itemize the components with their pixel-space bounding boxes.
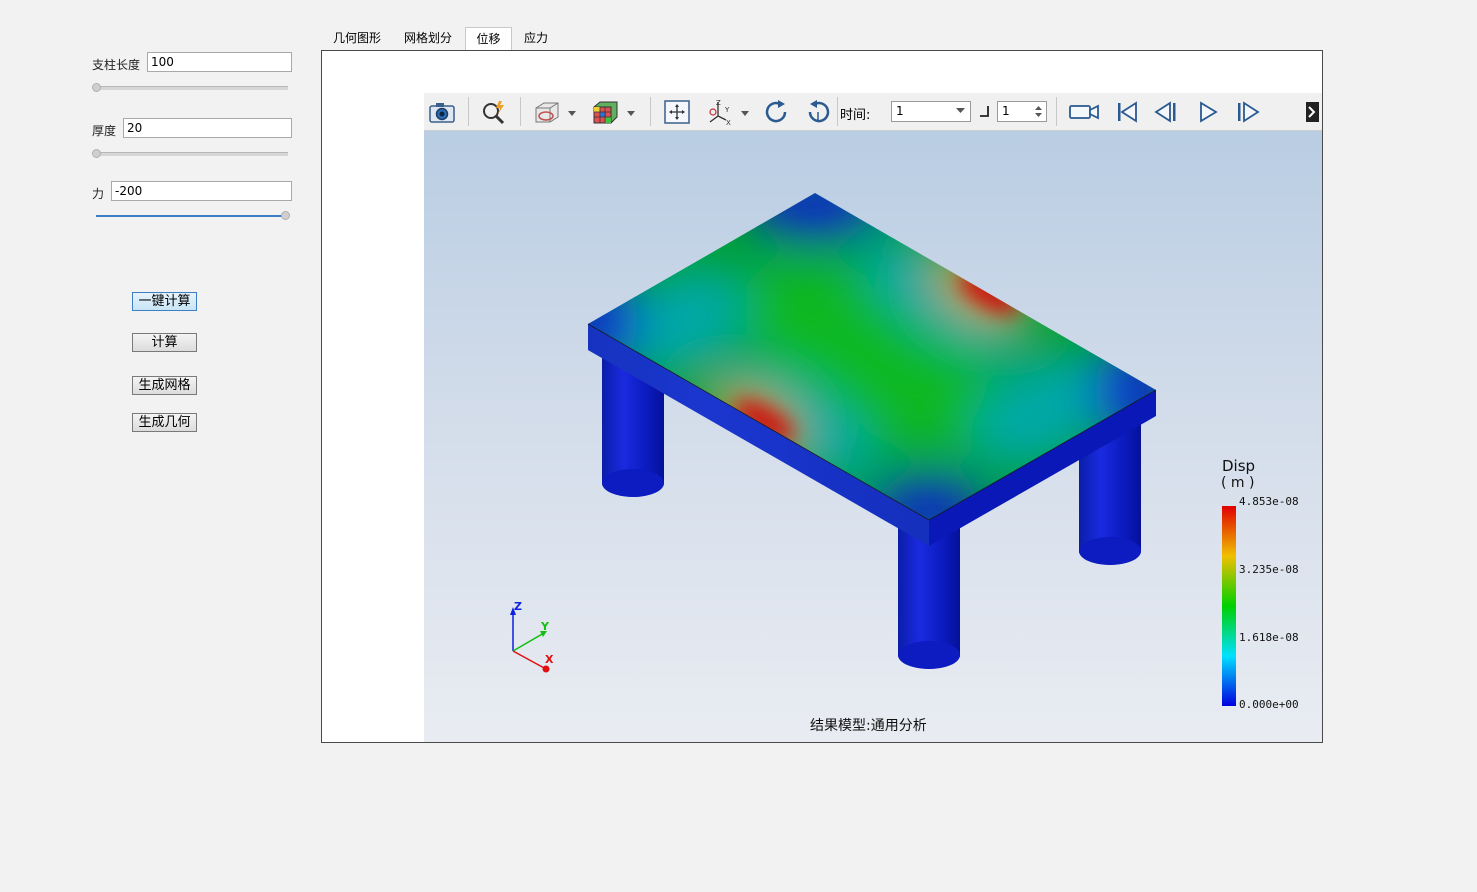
step-spinbox[interactable]: 1	[997, 101, 1047, 122]
pillar-length-input[interactable]	[147, 52, 292, 72]
svg-text:Y: Y	[724, 106, 730, 114]
axes-triad: Z Y X	[510, 600, 554, 673]
time-select-value: 1	[896, 104, 904, 118]
view-mode-icon[interactable]	[532, 98, 560, 126]
axis-z-label: Z	[514, 600, 522, 613]
thickness-label: 厚度	[92, 124, 117, 138]
force-label: 力	[92, 187, 105, 201]
legend-color-bar	[1222, 506, 1236, 706]
step-icon	[980, 106, 989, 117]
legend-label-1: 1.618e-08	[1239, 631, 1299, 644]
force-slider-thumb[interactable]	[281, 211, 290, 220]
legend-unit: ( m )	[1221, 475, 1255, 491]
result-viewport[interactable]: Z Y X Disp ( m ) 4.853e-08 3.235e-08 1.6…	[424, 131, 1322, 742]
pillar-length-label: 支柱长度	[92, 58, 141, 72]
force-slider[interactable]	[96, 215, 286, 217]
thickness-slider[interactable]	[96, 152, 288, 156]
rotate-cw-icon[interactable]	[763, 98, 791, 126]
step-value: 1	[1002, 104, 1010, 118]
axis-x-label: X	[545, 653, 554, 666]
prev-frame-icon[interactable]	[1152, 98, 1180, 126]
force-input[interactable]	[111, 181, 292, 201]
color-cube-icon[interactable]	[591, 98, 619, 126]
first-frame-icon[interactable]	[1113, 98, 1141, 126]
rotate-ccw-icon[interactable]	[804, 98, 832, 126]
time-select[interactable]: 1	[891, 101, 971, 122]
camera-icon[interactable]	[428, 98, 456, 126]
pillar-length-slider-thumb[interactable]	[92, 83, 101, 92]
record-icon[interactable]	[1068, 98, 1100, 126]
viewer-toolbar: Z Y X 时间: 1 1	[424, 93, 1322, 131]
view-mode-dropdown-icon[interactable]	[566, 98, 578, 126]
generate-mesh-button[interactable]: 生成网格	[132, 376, 197, 395]
fit-view-icon[interactable]	[663, 98, 691, 126]
legend-label-2: 3.235e-08	[1239, 563, 1299, 576]
generate-geometry-button[interactable]: 生成几何	[132, 413, 197, 432]
color-cube-dropdown-icon[interactable]	[625, 98, 637, 126]
tab-geometry[interactable]: 几何图形	[325, 27, 389, 50]
one-click-compute-button[interactable]: 一键计算	[132, 292, 197, 311]
result-caption: 结果模型:通用分析	[810, 718, 927, 734]
play-icon[interactable]	[1194, 98, 1222, 126]
thickness-slider-thumb[interactable]	[92, 149, 101, 158]
tab-mesh[interactable]: 网格划分	[396, 27, 460, 50]
spin-arrows-icon[interactable]	[1035, 105, 1042, 118]
svg-text:X: X	[726, 119, 731, 126]
compute-button[interactable]: 计算	[132, 333, 197, 352]
legend-title: Disp	[1222, 457, 1256, 475]
pillar-length-slider[interactable]	[96, 86, 288, 90]
axes-icon[interactable]: Z Y X	[706, 98, 734, 126]
chevron-down-icon	[956, 108, 965, 113]
axis-y-label: Y	[540, 620, 550, 633]
table-model[interactable]: Z Y X	[424, 131, 1322, 742]
tab-stress[interactable]: 应力	[516, 27, 556, 50]
tab-displacement[interactable]: 位移	[465, 27, 512, 50]
thickness-input[interactable]	[123, 118, 292, 138]
zoom-icon[interactable]	[480, 98, 508, 126]
axes-dropdown-icon[interactable]	[739, 98, 751, 126]
next-frame-icon[interactable]	[1234, 98, 1262, 126]
more-icon[interactable]	[1306, 102, 1319, 122]
legend-label-max: 4.853e-08	[1239, 495, 1299, 508]
svg-text:Z: Z	[716, 99, 721, 107]
time-label: 时间:	[840, 108, 871, 123]
legend-label-min: 0.000e+00	[1239, 698, 1299, 711]
